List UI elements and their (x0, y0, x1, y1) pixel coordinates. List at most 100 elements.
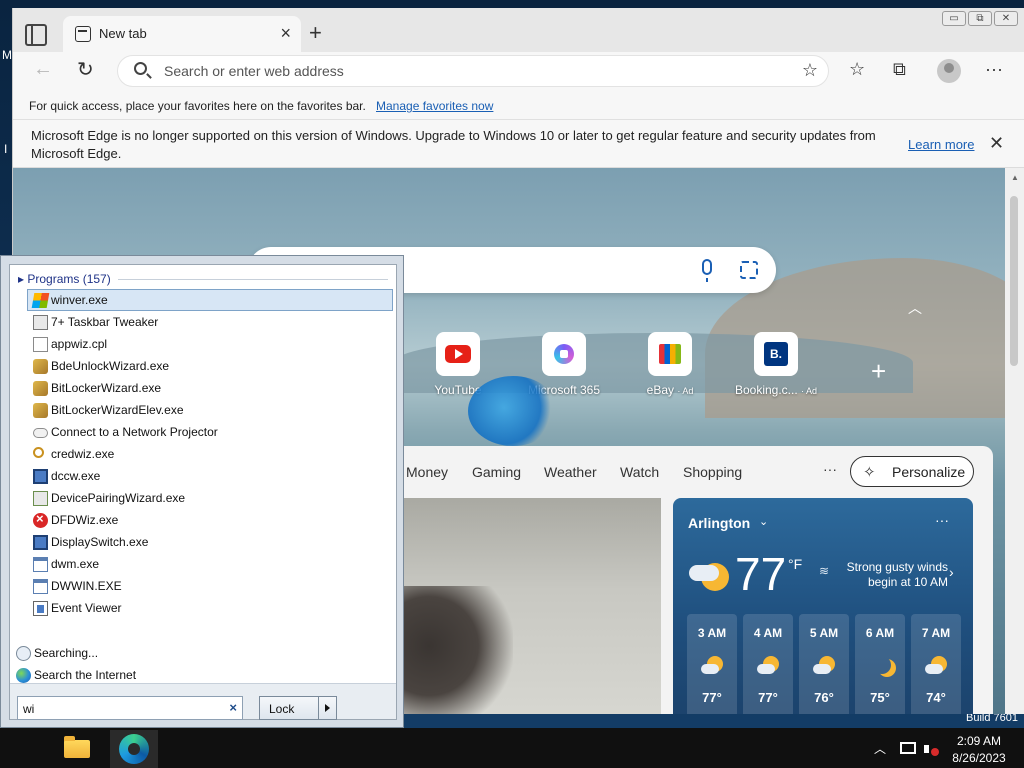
taskbar-clock[interactable]: 2:09 AM 8/26/2023 (948, 733, 1010, 767)
network-icon[interactable] (900, 742, 916, 754)
search-result-item[interactable]: BitLockerWizard.exe (27, 377, 393, 399)
visual-search-icon[interactable] (740, 261, 758, 279)
learn-more-link[interactable]: Learn more (908, 137, 974, 152)
settings-more-button[interactable]: ··· (985, 59, 1003, 80)
hourly-forecast-item: 4 AM 77° (743, 614, 793, 714)
back-button[interactable]: ← (33, 58, 53, 81)
search-result-label: BitLockerWizard.exe (51, 381, 162, 395)
weather-card[interactable]: Arlington ⌄ ··· 77 °F ≋ Strong gusty win… (673, 498, 973, 714)
address-placeholder[interactable]: Search or enter web address (164, 63, 344, 79)
event-viewer-icon (33, 601, 48, 616)
search-result-item[interactable]: DisplaySwitch.exe (27, 531, 393, 553)
search-result-item[interactable]: dccw.exe (27, 465, 393, 487)
keys-icon (33, 359, 48, 374)
feed-tab-watch[interactable]: Watch (620, 464, 659, 480)
add-favorite-icon[interactable]: ☆ (802, 60, 818, 81)
tool-icon (33, 315, 48, 330)
partly-cloudy-night-icon (689, 553, 731, 595)
search-result-label: DevicePairingWizard.exe (51, 491, 186, 505)
minimize-button[interactable]: ▭ (942, 11, 966, 26)
quick-link-ebay[interactable]: eBay · Ad (625, 332, 715, 397)
feed-tab-shopping[interactable]: Shopping (683, 464, 742, 480)
search-result-item[interactable]: BdeUnlockWizard.exe (27, 355, 393, 377)
feed-tab-money[interactable]: Money (406, 464, 448, 480)
start-menu-footer: wi × Lock (10, 683, 396, 720)
hour-time: 7 AM (921, 626, 951, 640)
add-site-button[interactable]: + (871, 356, 886, 387)
refresh-button[interactable]: ↻ (77, 57, 94, 82)
favorites-icon[interactable]: ☆ (849, 59, 865, 80)
page-scrollbar[interactable]: ▲ (1005, 168, 1024, 714)
clock-time: 2:09 AM (956, 734, 1002, 748)
close-tab-button[interactable]: × (280, 23, 291, 44)
collections-icon[interactable]: ⧉ (893, 59, 906, 80)
weather-more-button[interactable]: ··· (935, 512, 949, 528)
tab-title: New tab (99, 26, 147, 41)
search-internet-label: Search the Internet (34, 668, 137, 682)
search-result-item[interactable]: credwiz.exe (27, 443, 393, 465)
hourly-forecast: 3 AM 77° 4 AM 77° 5 AM 76° 6 AM 75° 7 AM… (687, 614, 963, 714)
partly-cloudy-night-icon (701, 654, 725, 678)
show-hidden-icons-button[interactable]: ︿ (874, 740, 886, 757)
close-window-button[interactable]: ✕ (994, 11, 1018, 26)
power-options-arrow-button[interactable] (318, 697, 336, 719)
news-card-image[interactable] (393, 498, 661, 714)
desktop-icon-label[interactable]: M (2, 48, 12, 62)
search-result-label: credwiz.exe (51, 447, 115, 461)
search-result-label: winver.exe (51, 293, 108, 307)
tab-new-tab[interactable]: New tab × (63, 16, 301, 52)
search-result-item[interactable]: DevicePairingWizard.exe (27, 487, 393, 509)
chevron-right-icon[interactable]: › (949, 564, 954, 580)
new-tab-button[interactable]: + (309, 20, 322, 46)
search-result-item[interactable]: dwm.exe (27, 553, 393, 575)
search-result-label: BdeUnlockWizard.exe (51, 359, 170, 373)
lock-button[interactable]: Lock (259, 696, 337, 720)
search-result-item[interactable]: appwiz.cpl (27, 333, 393, 355)
restore-button[interactable]: ⧉ (968, 11, 992, 26)
taskbar-edge[interactable] (110, 730, 158, 768)
desktop-icon-label[interactable]: I (4, 142, 7, 156)
chevron-down-icon[interactable]: ⌄ (759, 515, 768, 528)
address-bar[interactable]: Search or enter web address ☆ (117, 55, 829, 87)
volume-muted-icon[interactable] (924, 742, 939, 756)
manage-favorites-link[interactable]: Manage favorites now (376, 99, 493, 113)
microphone-icon[interactable] (702, 259, 712, 282)
search-result-item[interactable]: Connect to a Network Projector (27, 421, 393, 443)
feed-tab-gaming[interactable]: Gaming (472, 464, 521, 480)
chevron-up-icon[interactable]: ︿ (908, 298, 922, 318)
error-icon (33, 511, 48, 528)
search-results-list: winver.exe 7+ Taskbar Tweaker appwiz.cpl Bd… (27, 289, 393, 619)
weather-city[interactable]: Arlington (688, 515, 750, 531)
programs-header-label: Programs (157) (27, 272, 111, 286)
search-result-item[interactable]: 7+ Taskbar Tweaker (27, 311, 393, 333)
feed-tab-weather[interactable]: Weather (544, 464, 597, 480)
start-search-input[interactable]: wi × (17, 696, 243, 720)
search-result-item[interactable]: BitLockerWizardElev.exe (27, 399, 393, 421)
search-result-item[interactable]: DFDWiz.exe (27, 509, 393, 531)
quick-link-booking[interactable]: B. Booking.c... · Ad (731, 332, 821, 397)
edge-icon (119, 734, 149, 764)
start-menu-results-panel: ▸ Programs (157) winver.exe 7+ Taskbar Tw… (9, 264, 397, 720)
start-search-value[interactable]: wi (23, 702, 34, 716)
tab-actions-button[interactable] (25, 24, 47, 46)
search-result-item[interactable]: Event Viewer (27, 597, 393, 619)
close-icon[interactable]: ✕ (989, 133, 1004, 154)
scrollbar-thumb[interactable] (1010, 196, 1018, 366)
start-menu: ▸ Programs (157) winver.exe 7+ Taskbar Tw… (0, 255, 404, 728)
clear-search-icon[interactable]: × (229, 700, 237, 715)
magnifier-key-icon (33, 447, 44, 458)
search-result-item[interactable]: DWWIN.EXE (27, 575, 393, 597)
feed-more-button[interactable]: ··· (823, 461, 837, 477)
profile-avatar[interactable] (937, 59, 961, 83)
weather-alert[interactable]: Strong gusty winds begin at 10 AM (828, 560, 948, 590)
keys-icon (33, 403, 48, 418)
scroll-up-icon[interactable]: ▲ (1011, 173, 1019, 182)
programs-header[interactable]: ▸ Programs (157) (18, 272, 111, 286)
personalize-button[interactable]: ✧ Personalize (850, 456, 974, 487)
search-result-label: BitLockerWizardElev.exe (51, 403, 184, 417)
personalize-label: Personalize (892, 464, 966, 480)
search-icon (134, 62, 147, 75)
globe-icon (16, 668, 31, 683)
search-result-item[interactable]: winver.exe (27, 289, 393, 311)
taskbar-file-explorer[interactable] (62, 734, 92, 760)
